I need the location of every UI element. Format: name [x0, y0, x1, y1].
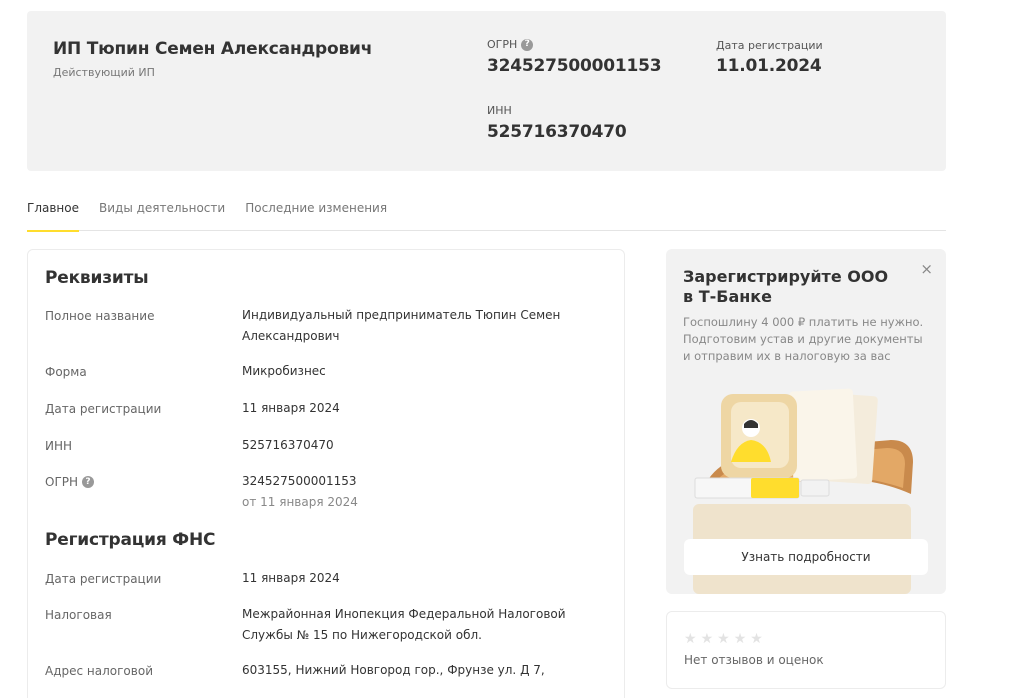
reg-date-label: Дата регистрации	[716, 39, 823, 52]
reg-date-value: 11.01.2024	[716, 56, 822, 76]
rating-stars[interactable]: ★ ★ ★ ★ ★	[684, 631, 763, 647]
ogrn-value: 324527500001153	[487, 56, 662, 76]
inn-row-value: 525716370470	[242, 438, 334, 452]
inn-row-label: ИНН	[45, 439, 73, 453]
promo-text: Госпошлину 4 000 ₽ платить не нужно. Под…	[683, 315, 924, 363]
star-icon[interactable]: ★	[701, 631, 714, 647]
form-label: Форма	[45, 365, 87, 379]
requisites-title: Реквизиты	[45, 268, 149, 288]
reg-date-row-label: Дата регистрации	[45, 402, 162, 416]
ogrn-row-date: от 11 января 2024	[242, 495, 358, 509]
ogrn-row-label-wrap: ОГРН ?	[45, 475, 95, 489]
company-name: ИП Тюпин Семен Александрович	[53, 39, 373, 59]
form-value: Микробизнес	[242, 364, 326, 378]
full-name-value: Индивидуальный предприниматель Тюпин Сем…	[242, 308, 561, 343]
ogrn-row-value-wrap: 324527500001153 от 11 января 2024	[242, 471, 612, 513]
tabs-bar: Главное Виды деятельности Последние изме…	[27, 199, 946, 232]
reviews-card: ★ ★ ★ ★ ★ Нет отзывов и оценок	[666, 611, 946, 689]
star-icon[interactable]: ★	[717, 631, 730, 647]
ogrn-label-wrap: ОГРН ?	[487, 38, 534, 51]
star-icon[interactable]: ★	[750, 631, 763, 647]
star-icon[interactable]: ★	[734, 631, 747, 647]
ogrn-row-value: 324527500001153	[242, 474, 357, 488]
tax-office-value: Межрайонная Инопекция Федеральной Налого…	[242, 607, 566, 642]
promo-title: Зарегистрируйте ООО в Т‑Банке	[683, 267, 889, 306]
fns-reg-date-label: Дата регистрации	[45, 572, 162, 586]
close-icon[interactable]: ×	[920, 260, 933, 278]
fns-reg-date-value: 11 января 2024	[242, 571, 340, 585]
tab-activities[interactable]: Виды деятельности	[99, 199, 225, 231]
company-header-card: ИП Тюпин Семен Александрович Действующий…	[27, 11, 946, 171]
reg-date-row-value: 11 января 2024	[242, 401, 340, 415]
tax-address-value: 603155, Нижний Новгород гор., Фрунзе ул.…	[242, 663, 545, 677]
company-status: Действующий ИП	[53, 66, 155, 79]
inn-value: 525716370470	[487, 122, 627, 142]
star-icon[interactable]: ★	[684, 631, 697, 647]
inn-label: ИНН	[487, 104, 512, 117]
full-name-label: Полное название	[45, 309, 155, 323]
fns-title: Регистрация ФНС	[45, 530, 216, 550]
tax-office-label: Налоговая	[45, 608, 112, 622]
help-icon[interactable]: ?	[82, 476, 95, 488]
help-icon[interactable]: ?	[521, 38, 534, 51]
ogrn-label: ОГРН	[487, 38, 518, 51]
tab-main[interactable]: Главное	[27, 199, 79, 232]
tax-address-label: Адрес налоговой	[45, 664, 153, 678]
learn-more-button[interactable]: Узнать подробности	[684, 539, 928, 575]
tab-recent-changes[interactable]: Последние изменения	[245, 199, 387, 231]
promo-card: Зарегистрируйте ООО в Т‑Банке × Госпошли…	[666, 249, 946, 594]
reviews-empty-text: Нет отзывов и оценок	[684, 653, 824, 667]
requisites-card: Реквизиты Полное название Индивидуальный…	[27, 249, 625, 698]
ogrn-row-label: ОГРН	[45, 475, 79, 489]
